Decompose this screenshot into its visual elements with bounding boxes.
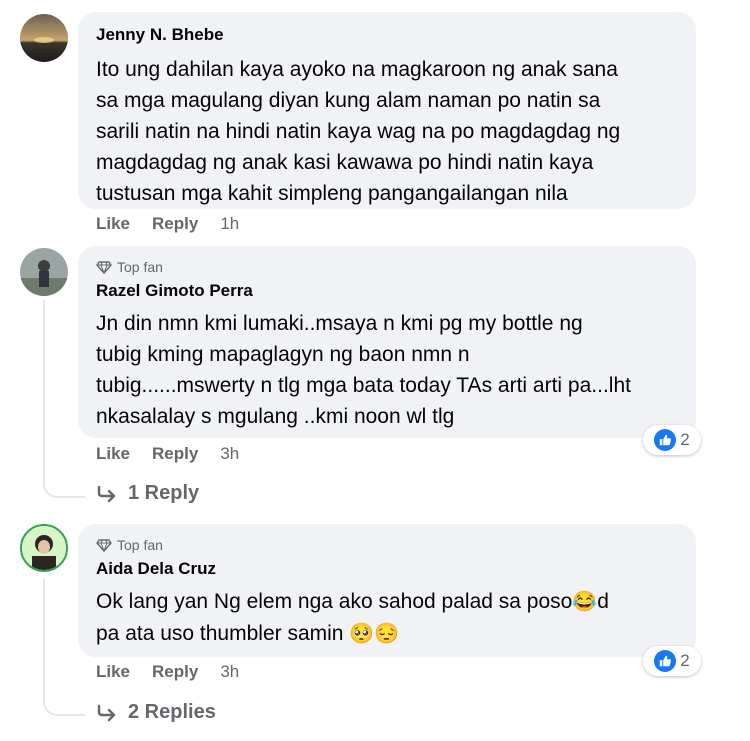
badge-label: Top fan — [117, 537, 163, 553]
laughing-emoji-icon: 😂 — [572, 591, 598, 613]
comment-timestamp[interactable]: 3h — [220, 662, 239, 682]
top-fan-badge: Top fan — [96, 258, 678, 276]
replies-label[interactable]: 2 Replies — [128, 701, 216, 724]
comment-actions: Like Reply 3h — [96, 444, 239, 464]
like-button[interactable]: Like — [96, 444, 130, 464]
comment-text: Ok lang yan Ng elem nga ako sahod palad … — [96, 586, 678, 650]
reply-arrow-icon — [97, 704, 116, 721]
comment-text-segment: pa ata uso thumbler samin — [96, 622, 350, 645]
comment-bubble: Jenny N. Bhebe Ito ung dahilan kaya ayok… — [78, 12, 696, 209]
comment-text-line: Ok lang yan Ng elem nga ako sahod palad … — [96, 586, 678, 618]
view-replies-button[interactable]: 2 Replies — [96, 701, 216, 724]
comment-actions: Like Reply 1h — [96, 214, 239, 234]
comment-text-line: pa ata uso thumbler samin 🥺😔 — [96, 618, 678, 650]
thread-connector — [43, 466, 85, 498]
thread-line — [43, 300, 45, 470]
reply-arrow-icon — [97, 485, 116, 502]
comment-text-segment: Ok lang yan Ng elem nga ako sahod palad … — [96, 590, 573, 613]
view-replies-button[interactable]: 1 Reply — [96, 482, 199, 505]
comment-text-line: nkasalalay s mgulang ..kmi noon wl tlg — [96, 405, 455, 428]
comment-author[interactable]: Aida Dela Cruz — [96, 558, 678, 580]
sad-emoji-icons: 🥺😔 — [349, 623, 400, 645]
comment-text: Ito ung dahilan kaya ayoko na magkaroon … — [96, 54, 678, 209]
comment-text-line: magdagdag ng anak kasi kawawa po hindi n… — [96, 151, 594, 174]
comment-author[interactable]: Razel Gimoto Perra — [96, 280, 678, 302]
reaction-count: 2 — [680, 651, 690, 670]
reaction-count: 2 — [680, 430, 690, 449]
thread-line — [43, 578, 45, 688]
diamond-icon — [96, 539, 112, 553]
avatar[interactable] — [20, 248, 68, 296]
like-reaction-icon — [654, 650, 677, 672]
comment-text-line: Jn din nmn kmi lumaki..msaya n kmi pg my… — [96, 312, 583, 335]
like-button[interactable]: Like — [96, 214, 130, 234]
diamond-icon — [96, 261, 112, 275]
badge-label: Top fan — [117, 259, 163, 275]
reaction-summary[interactable]: 2 — [643, 425, 701, 455]
like-button[interactable]: Like — [96, 662, 130, 682]
comment-text: Jn din nmn kmi lumaki..msaya n kmi pg my… — [96, 308, 678, 432]
like-reaction-icon — [654, 429, 677, 451]
replies-label[interactable]: 1 Reply — [128, 482, 199, 505]
thread-connector — [43, 684, 85, 716]
comment-text-line: tubig kming mapaglagyn ng baon nmn n — [96, 343, 470, 366]
comment-bubble: Top fan Razel Gimoto Perra Jn din nmn km… — [78, 246, 696, 438]
comment-bubble: Top fan Aida Dela Cruz Ok lang yan Ng el… — [78, 524, 696, 657]
comment-text-line: tustusan mga kahit simpleng pangangailan… — [96, 182, 568, 205]
comment-text-line: Ito ung dahilan kaya ayoko na magkaroon … — [96, 58, 618, 81]
comment-timestamp[interactable]: 1h — [220, 214, 239, 234]
comment-text-line: sa mga magulang diyan kung alam naman po… — [96, 89, 601, 112]
comment-text-line: tubig......mswerty n tlg mga bata today … — [96, 374, 631, 397]
reaction-summary[interactable]: 2 — [643, 646, 701, 676]
avatar[interactable] — [20, 14, 68, 62]
top-fan-badge: Top fan — [96, 536, 678, 554]
reply-button[interactable]: Reply — [152, 662, 198, 682]
comment-text-segment: d — [597, 590, 609, 613]
comment-text-line: sarili natin na hindi natin kaya wag na … — [96, 120, 621, 143]
comment-timestamp[interactable]: 3h — [220, 444, 239, 464]
avatar[interactable] — [20, 524, 68, 572]
reply-button[interactable]: Reply — [152, 444, 198, 464]
comment-author[interactable]: Jenny N. Bhebe — [96, 24, 678, 46]
comment-actions: Like Reply 3h — [96, 662, 239, 682]
reply-button[interactable]: Reply — [152, 214, 198, 234]
